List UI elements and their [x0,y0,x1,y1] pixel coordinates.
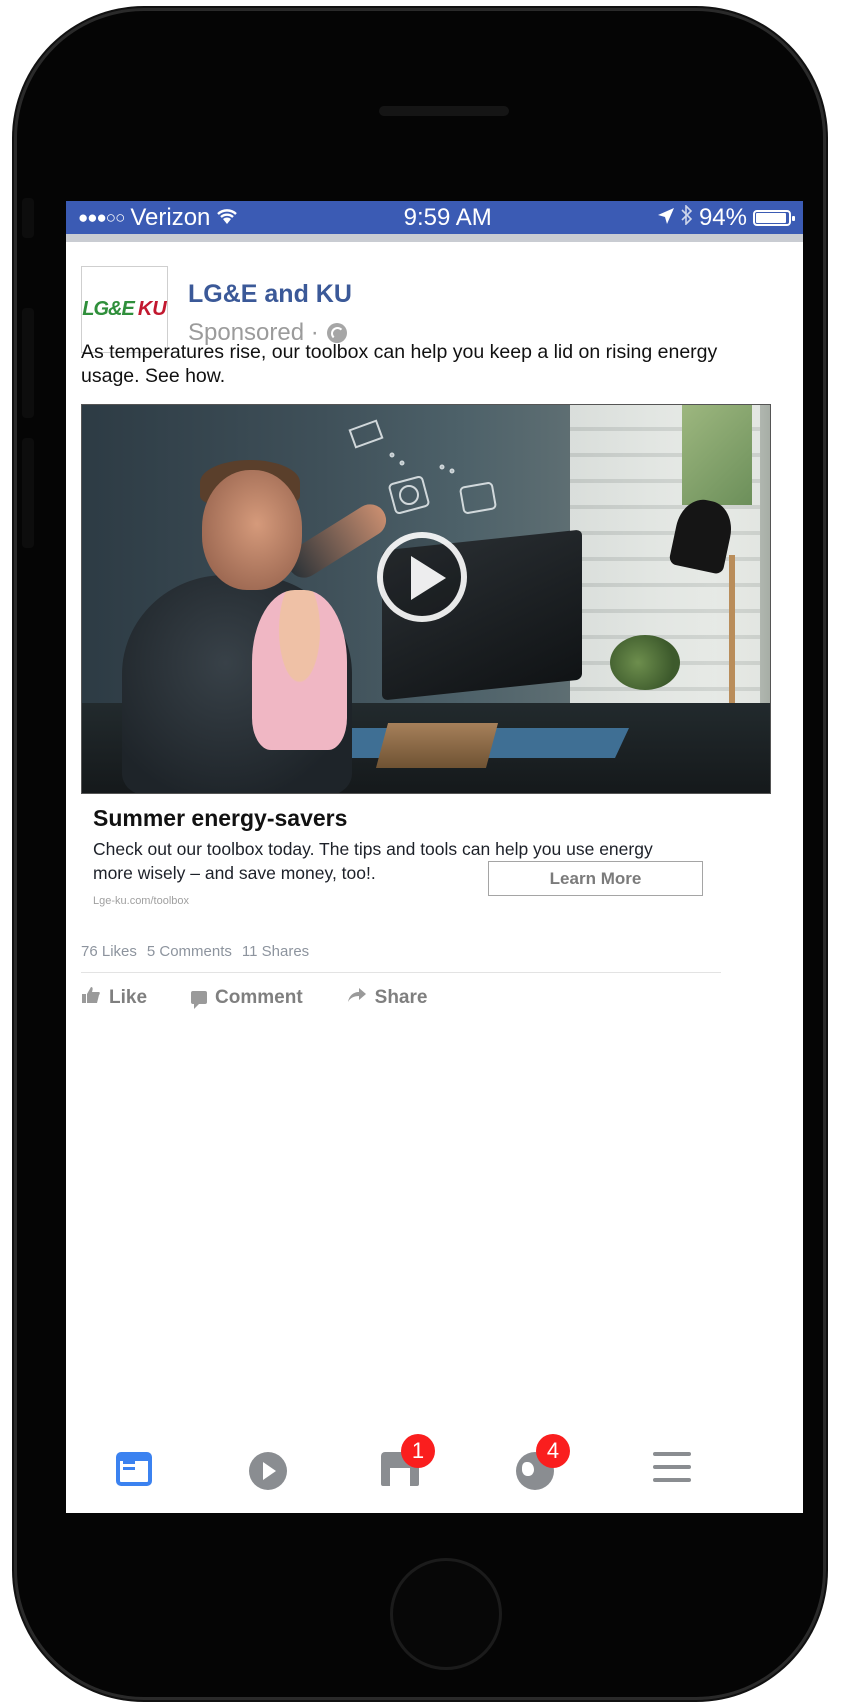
share-arrow-icon [347,987,367,1008]
page-name-link[interactable]: LG&E and KU [188,280,352,309]
video-play-button[interactable] [377,532,467,622]
status-divider [66,234,803,242]
battery-percentage: 94% [698,203,747,231]
comment-button[interactable]: Comment [191,986,303,1009]
like-label: Like [109,986,148,1008]
shares-count[interactable]: 11 Shares [242,943,309,960]
battery-fill [755,212,787,223]
signal-strength: ●●●○○ [78,207,125,227]
comments-count[interactable]: 5 Comments [147,943,232,960]
bluetooth-icon [681,203,693,232]
post-actions: Like Comment Share [81,986,427,1009]
comment-icon [191,991,208,1009]
location-arrow-icon [657,204,675,232]
tab-video[interactable] [249,1452,289,1492]
logo-lge-text: LG&E [82,298,135,320]
carrier-name: Verizon [130,203,211,231]
battery-icon [752,209,795,226]
link-title[interactable]: Summer energy-savers [93,805,347,832]
hamburger-menu-icon [653,1452,691,1482]
man-head [202,470,302,590]
wifi-icon [216,204,238,232]
wooden-box [375,723,499,768]
comment-label: Comment [215,986,303,1008]
thumbs-up-icon [81,986,101,1009]
status-bar: ●●●○○ Verizon 9:59 AM 94% [66,201,803,234]
share-button[interactable]: Share [347,986,428,1009]
volume-up-button [22,308,34,418]
video-thumbnail[interactable] [81,404,771,794]
mute-switch [22,198,34,238]
window-pane [682,405,752,505]
bottom-tab-bar: 1 4 [66,1413,803,1513]
notifications-badge: 4 [536,1434,570,1468]
post-stats: 76 Likes 5 Comments 11 Shares [81,943,309,960]
share-label: Share [374,986,428,1008]
post-text: As temperatures rise, our toolbox can he… [81,341,718,387]
phone-screen: ●●●○○ Verizon 9:59 AM 94% LG&E KU LG&E a… [66,201,803,1513]
logo-ku-text: KU [137,298,167,320]
news-feed-icon [116,1452,152,1486]
likes-count[interactable]: 76 Likes [81,943,137,960]
tab-news-feed[interactable] [116,1452,156,1492]
marketplace-badge: 1 [401,1434,435,1468]
like-button[interactable]: Like [81,986,147,1009]
tab-menu[interactable] [653,1452,693,1492]
video-play-icon [249,1452,287,1490]
earpiece-speaker [379,106,509,116]
action-divider [81,972,721,973]
play-icon [411,556,446,600]
clock: 9:59 AM [403,203,492,231]
home-button[interactable] [390,1558,502,1670]
tab-notifications[interactable]: 4 [516,1434,570,1492]
plant [610,635,680,690]
girl-figure [252,590,347,750]
link-url[interactable]: Lge-ku.com/toolbox [93,895,189,907]
learn-more-button[interactable]: Learn More [488,861,703,896]
volume-down-button [22,438,34,548]
tab-marketplace[interactable]: 1 [381,1434,435,1492]
